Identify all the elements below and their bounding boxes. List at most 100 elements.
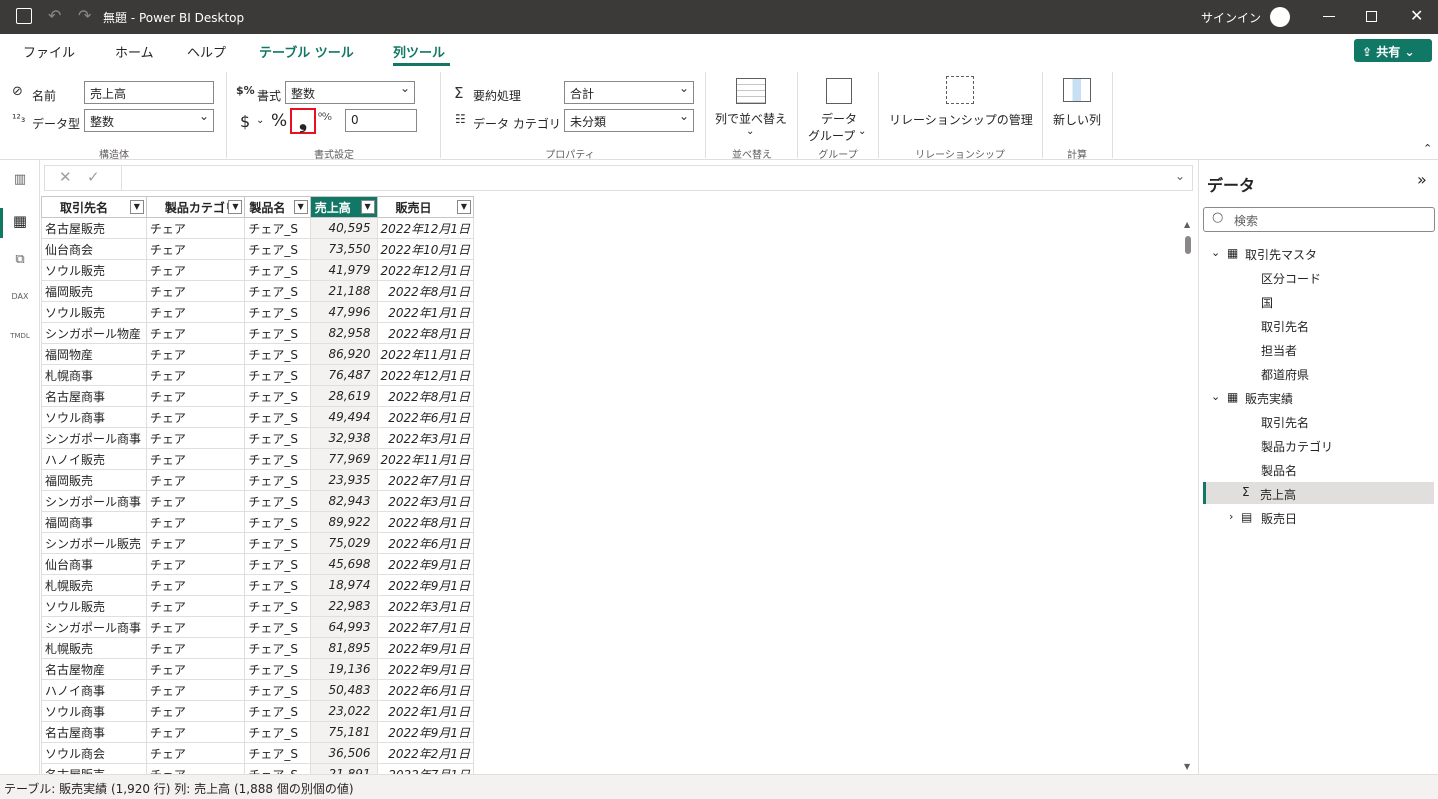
table-cell[interactable]: チェア [145,217,246,239]
table-cell[interactable]: 2022年1月1日 [376,301,474,323]
table-cell[interactable]: チェア [145,679,246,701]
table-cell[interactable]: チェア [145,721,246,743]
maximize-icon[interactable] [1366,11,1377,22]
table-cell[interactable]: チェア [145,700,246,722]
field-item[interactable]: 取引先名 [1261,414,1309,431]
selected-field-row[interactable]: Σ 売上高 [1203,482,1434,504]
table-customer-master[interactable]: 取引先マスタ [1245,246,1317,263]
table-cell[interactable]: 2022年8月1日 [376,511,474,533]
field-item[interactable]: 国 [1261,294,1273,311]
table-row[interactable]: 名古屋販売 チェア チェア_S 40,595 2022年12月1日 [41,217,474,239]
currency-chevron-icon[interactable]: ⌄ [256,115,264,126]
table-cell[interactable]: チェア_S [244,511,311,533]
table-cell[interactable]: チェア [145,637,246,659]
table-sales[interactable]: 販売実績 [1245,390,1293,407]
table-cell[interactable]: 2022年11月1日 [376,448,474,470]
tab-table-tools[interactable]: テーブル ツール [259,42,354,61]
table-cell[interactable]: 2022年10月1日 [376,238,474,260]
filter-dropdown-icon[interactable]: ▼ [293,200,308,214]
table-cell[interactable]: チェア_S [244,301,311,323]
table-cell[interactable]: チェア_S [244,427,311,449]
table-cell[interactable]: チェア_S [244,574,311,596]
tab-help[interactable]: ヘルプ [187,42,226,61]
table-cell[interactable]: チェア [145,511,246,533]
table-row[interactable]: シンガポール商事 チェア チェア_S 64,993 2022年7月1日 [41,616,474,638]
table-cell[interactable]: チェア [145,364,246,386]
table-cell[interactable]: 2022年9月1日 [376,721,474,743]
table-cell[interactable]: チェア_S [244,553,311,575]
table-cell[interactable]: チェア_S [244,658,311,680]
table-cell[interactable]: チェア [145,427,246,449]
summarize-select[interactable]: 合計 [564,81,694,104]
filter-dropdown-icon[interactable]: ▼ [228,200,243,214]
table-cell[interactable]: シンガポール商事 [41,490,147,512]
table-cell[interactable]: チェア [145,763,246,774]
table-cell[interactable]: 名古屋販売 [41,763,147,774]
table-view-icon[interactable]: ▦ [10,212,30,232]
format-select[interactable]: 整数 [285,81,415,104]
table-cell[interactable]: チェア_S [244,469,311,491]
table-cell[interactable]: チェア_S [244,763,311,774]
tmdl-view-icon[interactable]: TMDL [10,332,30,352]
table-cell[interactable]: 21,891 [309,763,378,774]
save-icon[interactable] [16,8,32,24]
table-cell[interactable]: ソウル商事 [41,700,147,722]
table-cell[interactable]: 41,979 [309,259,378,281]
table-cell[interactable]: チェア [145,595,246,617]
report-view-icon[interactable]: ▥ [10,172,30,192]
table-cell[interactable]: チェア [145,343,246,365]
filter-dropdown-icon[interactable]: ▼ [129,200,144,214]
table-cell[interactable]: 86,920 [309,343,378,365]
filter-dropdown-icon[interactable]: ▼ [360,200,375,214]
table-cell[interactable]: 36,506 [309,742,378,764]
table-cell[interactable]: チェア_S [244,280,311,302]
table-cell[interactable]: チェア [145,658,246,680]
table-cell[interactable]: チェア_S [244,616,311,638]
table-cell[interactable]: 2022年3月1日 [376,595,474,617]
table-row[interactable]: ソウル商会 チェア チェア_S 36,506 2022年2月1日 [41,742,474,764]
table-cell[interactable]: チェア_S [244,721,311,743]
table-cell[interactable]: チェア_S [244,238,311,260]
table-cell[interactable]: チェア [145,406,246,428]
header-category[interactable]: 製品カテゴリ ▼ [145,196,246,218]
table-cell[interactable]: チェア [145,301,246,323]
table-cell[interactable]: 福岡販売 [41,280,147,302]
scroll-down-icon[interactable]: ▼ [1184,762,1190,771]
table-row[interactable]: シンガポール商事 チェア チェア_S 32,938 2022年3月1日 [41,427,474,449]
table-cell[interactable]: チェア [145,238,246,260]
table-row[interactable]: 福岡物産 チェア チェア_S 86,920 2022年11月1日 [41,343,474,365]
table-cell[interactable]: 2022年12月1日 [376,217,474,239]
table-cell[interactable]: チェア_S [244,742,311,764]
table-cell[interactable]: チェア [145,448,246,470]
table-cell[interactable]: シンガポール物産 [41,322,147,344]
table-row[interactable]: ソウル商事 チェア チェア_S 23,022 2022年1月1日 [41,700,474,722]
table-cell[interactable]: 45,698 [309,553,378,575]
table-cell[interactable]: 名古屋商事 [41,721,147,743]
table-cell[interactable]: 81,895 [309,637,378,659]
scroll-up-icon[interactable]: ▲ [1184,220,1190,229]
table-row[interactable]: ソウル販売 チェア チェア_S 47,996 2022年1月1日 [41,301,474,323]
table-cell[interactable]: ハノイ販売 [41,448,147,470]
table-cell[interactable]: チェア_S [244,217,311,239]
table-cell[interactable]: ソウル商会 [41,742,147,764]
table-cell[interactable]: 28,619 [309,385,378,407]
signin-link[interactable]: サインイン [1201,9,1261,26]
table-cell[interactable]: 73,550 [309,238,378,260]
table-cell[interactable]: チェア [145,469,246,491]
redo-icon[interactable]: ↷ [78,6,91,25]
data-groups-chevron-icon[interactable]: ⌄ [858,126,866,137]
table-cell[interactable]: 89,922 [309,511,378,533]
table-cell[interactable]: 福岡商事 [41,511,147,533]
table-cell[interactable]: チェア_S [244,259,311,281]
table-cell[interactable]: 19,136 [309,658,378,680]
table-cell[interactable]: ソウル販売 [41,301,147,323]
table-row[interactable]: ハノイ販売 チェア チェア_S 77,969 2022年11月1日 [41,448,474,470]
table-cell[interactable]: 76,487 [309,364,378,386]
tab-file[interactable]: ファイル [23,42,75,61]
table-cell[interactable]: 75,029 [309,532,378,554]
table-cell[interactable]: チェア [145,742,246,764]
datatype-select[interactable]: 整数 [84,109,214,132]
table-cell[interactable]: 仙台商会 [41,238,147,260]
minimize-icon[interactable] [1323,16,1335,17]
table-cell[interactable]: チェア_S [244,532,311,554]
